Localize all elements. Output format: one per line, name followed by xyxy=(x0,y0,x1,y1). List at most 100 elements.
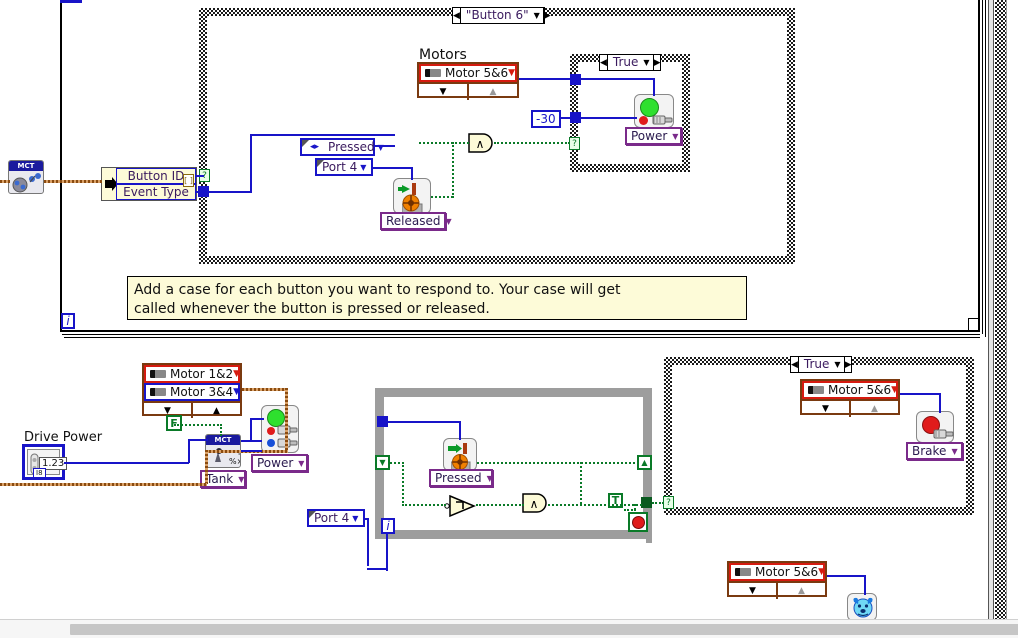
while-loop-shift-right[interactable]: ▲ xyxy=(637,455,652,470)
wire-false-to-tank-v xyxy=(220,424,222,436)
top-case-selector-label: "Button 6" xyxy=(465,8,529,22)
bottom-motor-down-button[interactable]: ▼ xyxy=(729,583,778,599)
wire-mascot-drop xyxy=(864,575,866,595)
chevron-down-icon[interactable]: ▼ xyxy=(295,459,307,468)
chevron-down-icon[interactable]: ▼ xyxy=(669,132,681,141)
motor-brake-node[interactable] xyxy=(916,411,954,443)
bottom-motor-up-button[interactable]: ▲ xyxy=(778,583,825,599)
power-method-ring[interactable]: Power ▼ xyxy=(625,127,682,145)
wire-pressed-to-junction xyxy=(477,462,635,464)
case-next-arrow-icon[interactable]: ▶ xyxy=(843,357,852,372)
bottom-case-selector-terminal[interactable]: ? xyxy=(663,496,674,509)
case-prev-arrow-icon[interactable]: ◀ xyxy=(453,8,461,23)
wire-and-to-case xyxy=(494,142,570,144)
drive-motor-row-1[interactable]: Motor 1&2 ▼ xyxy=(144,365,240,383)
case-prev-arrow-icon[interactable]: ◀ xyxy=(791,357,799,372)
drive-motor-up-button[interactable]: ▲ xyxy=(193,403,240,418)
top-motor-buttons[interactable]: ▼ ▲ xyxy=(419,82,517,100)
bottom-motor-row-1[interactable]: Motor 5&6 ▼ xyxy=(729,563,825,581)
chevron-down-icon[interactable]: ▼ xyxy=(834,360,843,369)
inner-case-selector-terminal[interactable]: ? xyxy=(569,137,580,150)
drive-method-ring[interactable]: Power ▼ xyxy=(251,454,308,472)
comment-box[interactable]: Add a case for each button you want to r… xyxy=(127,276,747,320)
not-gate-node[interactable] xyxy=(444,495,476,517)
loop-pressed-label: Pressed xyxy=(435,471,482,485)
top-motor-selector[interactable]: Motor 5&6 ▼ ▼ ▲ xyxy=(417,62,519,100)
chevron-down-icon[interactable]: ▼ xyxy=(484,474,496,483)
button-pressed-node[interactable] xyxy=(443,438,477,472)
chevron-down-icon[interactable]: ▼ xyxy=(351,514,361,523)
mascot-node[interactable] xyxy=(847,593,877,621)
chevron-down-icon[interactable]: ▼ xyxy=(443,217,455,226)
wire-looptunnel-to-pressed xyxy=(386,421,461,423)
top-pressed-ring-label: Pressed xyxy=(328,140,375,154)
while-loop-iteration-terminal[interactable]: i xyxy=(381,518,395,534)
event-structure-resize-corner[interactable] xyxy=(968,318,980,330)
brake-method-ring[interactable]: Brake ▼ xyxy=(906,442,963,460)
drive-motor-selector[interactable]: Motor 1&2 ▼ Motor 3&4 ▼ ▼ ▲ xyxy=(142,363,242,418)
power-constant[interactable]: -30 xyxy=(531,110,561,128)
drive-power-control[interactable]: 1.23 I8 xyxy=(22,444,68,480)
bottom-case-selector[interactable]: ◀ True ▼ ▶ xyxy=(790,356,852,373)
released-method-ring[interactable]: Released ▼ xyxy=(380,212,452,230)
wire-bottommotor-to-mascot xyxy=(827,575,866,577)
wire-buttonid-to-case xyxy=(196,175,204,177)
motor-power-node[interactable] xyxy=(634,94,674,128)
chevron-down-icon[interactable]: ▼ xyxy=(534,11,543,20)
wire-port-to-released xyxy=(373,167,413,169)
bottom-case-motor-down-button[interactable]: ▼ xyxy=(802,401,851,417)
chevron-down-icon[interactable]: ▼ xyxy=(948,447,960,456)
top-motor-down-button[interactable]: ▼ xyxy=(419,84,469,100)
drive-motor-row-2[interactable]: Motor 3&4 ▼ xyxy=(144,383,240,401)
chevron-down-icon[interactable]: ▼ xyxy=(235,475,247,484)
wire-motor-to-tunnel xyxy=(519,78,572,80)
while-loop-shift-left[interactable]: ▼ xyxy=(375,455,390,470)
power-red-terminal-icon xyxy=(639,116,648,125)
bottom-case-motor-up-button[interactable]: ▲ xyxy=(851,401,898,417)
wire-t-to-stop-v xyxy=(634,504,636,514)
wire-tank-out-up xyxy=(250,418,264,420)
stop-condition-terminal[interactable] xyxy=(628,512,648,532)
horizontal-scrollbar-thumb[interactable] xyxy=(70,624,1018,635)
chevron-down-icon[interactable]: ▼ xyxy=(233,369,243,379)
bottom-case-motor-row-1[interactable]: Motor 5&6 ▼ xyxy=(802,381,898,399)
chevron-down-icon[interactable]: ▼ xyxy=(377,143,387,152)
button-released-node[interactable] xyxy=(393,178,431,214)
drive-motor-buttons[interactable]: ▼ ▲ xyxy=(144,401,240,418)
wire-not-to-and xyxy=(476,504,524,506)
top-motor-up-button[interactable]: ▲ xyxy=(469,84,517,100)
top-motor-row-1[interactable]: Motor 5&6 ▼ xyxy=(419,64,517,82)
top-port-ring[interactable]: Port 4 ▼ xyxy=(315,158,373,176)
mct-event-source-node[interactable]: MCT xyxy=(8,160,44,194)
bottom-motor-selector[interactable]: Motor 5&6 ▼ ▼ ▲ xyxy=(727,561,827,599)
ring-corner-icon xyxy=(309,511,316,518)
while-loop-tunnel-out[interactable] xyxy=(641,497,652,508)
bottom-motor-buttons[interactable]: ▼ ▲ xyxy=(729,581,825,599)
bottom-case-motor-selector[interactable]: Motor 5&6 ▼ ▼ ▲ xyxy=(800,379,900,417)
drive-motor-node[interactable] xyxy=(261,405,299,453)
loop-and-gate-node[interactable]: ∧ xyxy=(522,493,550,513)
top-case-selector[interactable]: ◀ "Button 6" ▼ ▶ xyxy=(452,7,551,24)
wire-released-to-riser xyxy=(431,196,453,198)
false-constant[interactable]: F xyxy=(166,415,182,431)
bottom-case-motor-buttons[interactable]: ▼ ▲ xyxy=(802,399,898,417)
case-next-arrow-icon[interactable]: ▶ xyxy=(652,55,661,70)
chevron-down-icon[interactable]: ▼ xyxy=(359,163,369,172)
top-inner-case-selector-label: True xyxy=(612,55,639,69)
loop-port-ring[interactable]: Port 4 ▼ xyxy=(307,509,365,527)
top-inner-case-selector[interactable]: ◀ True ▼ ▶ xyxy=(599,54,661,71)
chevron-down-icon[interactable]: ▼ xyxy=(643,58,652,67)
block-diagram-canvas[interactable]: ◀ "Button 6" ▼ ▶ Motors Motor 5&6 ▼ ▼ ▲ … xyxy=(0,0,1018,638)
bottom-motor-row-1-label: Motor 5&6 xyxy=(755,565,819,579)
top-pressed-ring[interactable]: ◂▸ Pressed ▼ xyxy=(300,138,384,156)
outer-event-structure-right-border xyxy=(995,0,1006,634)
loop-pressed-ring[interactable]: Pressed ▼ xyxy=(429,469,493,487)
wire-drive-bottom-h xyxy=(0,483,207,486)
horizontal-scrollbar[interactable] xyxy=(0,619,1018,638)
released-target-icon xyxy=(402,194,423,214)
event-loop-iteration-terminal[interactable]: i xyxy=(61,313,75,329)
chevron-down-icon[interactable]: ▼ xyxy=(508,68,518,78)
top-and-gate-node[interactable]: ∧ xyxy=(468,133,496,153)
case-next-arrow-icon[interactable]: ▶ xyxy=(542,8,551,23)
case-prev-arrow-icon[interactable]: ◀ xyxy=(600,55,608,70)
